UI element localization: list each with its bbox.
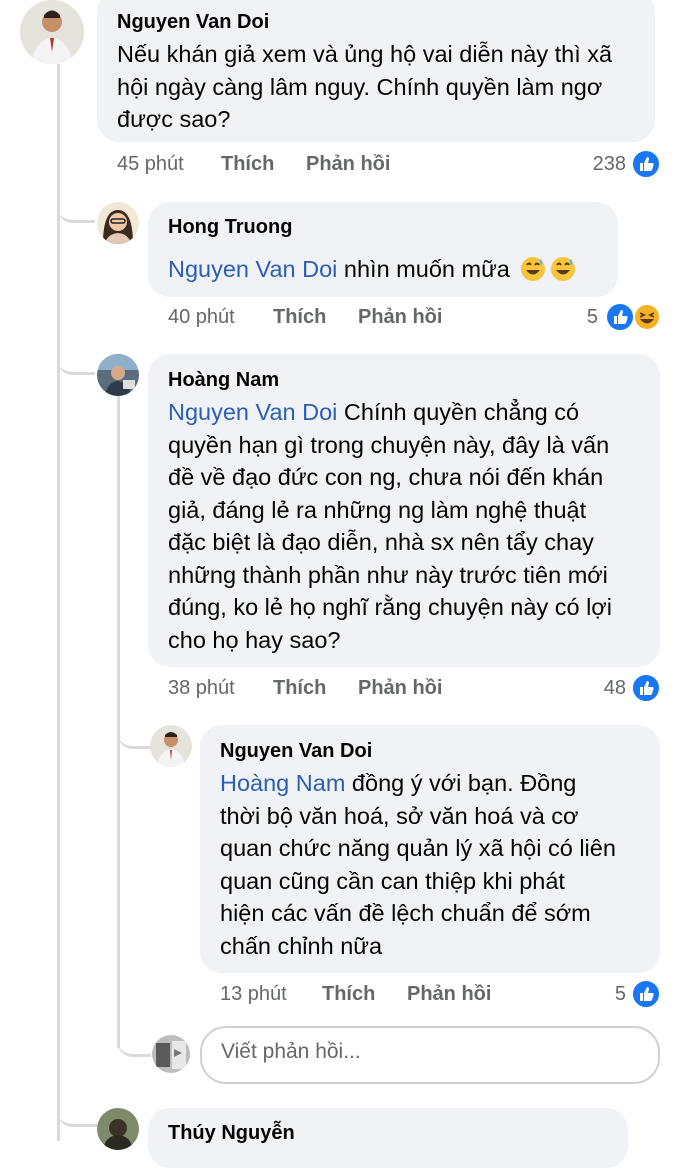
like-reaction-icon bbox=[631, 673, 661, 703]
haha-reaction-icon bbox=[633, 303, 661, 331]
thread-connector-reply bbox=[117, 706, 151, 749]
comment-text: Nguyen Van Doi nhìn muốn mữa bbox=[168, 253, 576, 286]
comment-author[interactable]: Nguyen Van Doi bbox=[220, 740, 372, 763]
reaction-count[interactable]: 238 bbox=[560, 153, 626, 176]
comment-time[interactable]: 38 phút bbox=[168, 677, 235, 700]
like-reaction-icon bbox=[631, 979, 661, 1009]
comment-author[interactable]: Nguyen Van Doi bbox=[117, 11, 269, 34]
reply-link[interactable]: Phản hồi bbox=[407, 983, 491, 1006]
thread-connector-hoang-nam bbox=[57, 330, 95, 375]
current-user-avatar[interactable] bbox=[152, 1035, 190, 1073]
avatar[interactable] bbox=[97, 202, 139, 244]
grinning-sweat-emoji-icon bbox=[521, 257, 546, 281]
reply-link[interactable]: Phản hồi bbox=[358, 306, 442, 329]
mention-link[interactable]: Hoàng Nam bbox=[220, 770, 345, 796]
reaction-count[interactable]: 5 bbox=[560, 306, 598, 329]
comment-text: Nguyen Van Doi Chính quyền chẳng có quyề… bbox=[168, 399, 612, 653]
like-link[interactable]: Thích bbox=[322, 983, 375, 1006]
mention-link[interactable]: Nguyen Van Doi bbox=[168, 399, 337, 425]
like-reaction-icon bbox=[631, 149, 661, 179]
reply-link[interactable]: Phản hồi bbox=[358, 677, 442, 700]
avatar[interactable] bbox=[97, 354, 139, 396]
comment-time[interactable]: 13 phút bbox=[220, 983, 287, 1006]
grinning-sweat-emoji-icon bbox=[551, 257, 576, 281]
thread-connector-input bbox=[117, 1020, 151, 1057]
comment-time[interactable]: 40 phút bbox=[168, 306, 235, 329]
reply-input-placeholder: Viết phản hồi... bbox=[221, 1040, 361, 1063]
comment-author[interactable]: Hong Truong bbox=[168, 216, 292, 239]
comment-text: Nếu khán giả xem và ủng hộ vai diễn này … bbox=[117, 41, 613, 132]
comment-author[interactable]: Thúy Nguyễn bbox=[168, 1122, 295, 1145]
avatar[interactable] bbox=[20, 0, 84, 64]
mention-link[interactable]: Nguyen Van Doi bbox=[168, 256, 337, 282]
avatar[interactable] bbox=[97, 1108, 139, 1150]
like-reaction-icon bbox=[605, 302, 635, 332]
like-link[interactable]: Thích bbox=[221, 153, 274, 176]
comment-text: Hoàng Nam đồng ý với bạn. Đồng thời bộ v… bbox=[220, 770, 616, 959]
thread-connector-next bbox=[57, 1080, 97, 1127]
reaction-count[interactable]: 48 bbox=[570, 677, 626, 700]
avatar[interactable] bbox=[150, 725, 192, 767]
thread-connector-hong-truong bbox=[57, 180, 95, 223]
reaction-count[interactable]: 5 bbox=[580, 983, 626, 1006]
thread-line-main bbox=[57, 64, 60, 1141]
reply-link[interactable]: Phản hồi bbox=[306, 153, 390, 176]
like-link[interactable]: Thích bbox=[273, 306, 326, 329]
comment-author[interactable]: Hoàng Nam bbox=[168, 369, 279, 392]
like-link[interactable]: Thích bbox=[273, 677, 326, 700]
comment-time[interactable]: 45 phút bbox=[117, 153, 184, 176]
